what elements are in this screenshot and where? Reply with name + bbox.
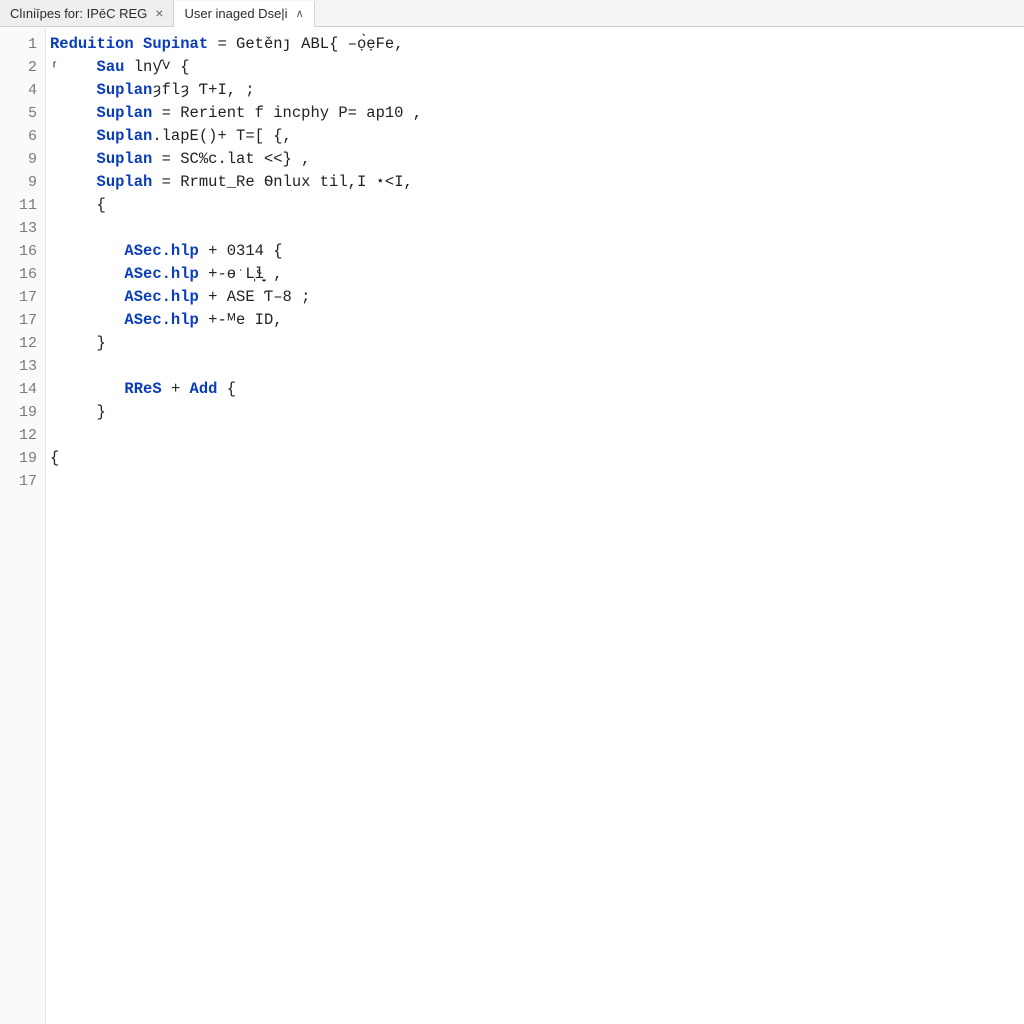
text-token xyxy=(50,219,59,237)
keyword-token: Suplan xyxy=(97,150,153,168)
code-line: Suplan = SC%c.lat <˂} , xyxy=(50,148,1024,171)
text-token: = Rerient f incphy P= ap10 , xyxy=(152,104,422,122)
text-token xyxy=(50,242,124,260)
text-token: ȝflȝ Ƭ+I, ; xyxy=(152,81,254,99)
text-token xyxy=(50,311,124,329)
tab-inactive[interactable]: Clıniīpes for: IPēC REG × xyxy=(0,0,174,26)
line-number: 4 xyxy=(0,79,45,102)
line-number: 13 xyxy=(0,355,45,378)
text-token xyxy=(50,127,97,145)
code-line xyxy=(50,470,1024,493)
text-token xyxy=(50,426,59,444)
line-number: 12 xyxy=(0,424,45,447)
text-token xyxy=(50,265,124,283)
function-token: Add xyxy=(190,380,218,398)
text-token xyxy=(50,173,97,191)
text-token: = SC%c.lat <˂} , xyxy=(152,150,310,168)
line-number: 17 xyxy=(0,470,45,493)
line-number: 2 xyxy=(0,56,45,79)
line-number: 14 xyxy=(0,378,45,401)
code-line: ASec.hlp + 0314 { xyxy=(50,240,1024,263)
line-number: 5 xyxy=(0,102,45,125)
text-token: + ASE Ƭ–8 ; xyxy=(199,288,311,306)
line-number: 6 xyxy=(0,125,45,148)
keyword-token: Suplan xyxy=(97,127,153,145)
text-token xyxy=(50,150,97,168)
code-line: ʳ Sau lnƴ˅ { xyxy=(50,56,1024,79)
keyword-token: Reduition Supinat xyxy=(50,35,208,53)
text-token: +-ɵˑL̩ɬ̩̬ , xyxy=(199,265,283,283)
code-line: Suplah = Rrmut_Re Ѳnlux til,I ⋆<I, xyxy=(50,171,1024,194)
code-line: ASec.hlp +-ᴹe ID, xyxy=(50,309,1024,332)
identifier-token: ASec.hlp xyxy=(124,311,198,329)
keyword-token: Suplan xyxy=(97,104,153,122)
text-token: .lapE()+ T=[ {, xyxy=(152,127,292,145)
line-number: 9 xyxy=(0,171,45,194)
identifier-token: ASec.hlp xyxy=(124,288,198,306)
line-number: 19 xyxy=(0,401,45,424)
chevron-up-icon[interactable]: ∧ xyxy=(296,7,304,20)
code-line xyxy=(50,355,1024,378)
line-number: 13 xyxy=(0,217,45,240)
code-line: ASec.hlp + ASE Ƭ–8 ; xyxy=(50,286,1024,309)
identifier-token: ASec.hlp xyxy=(124,242,198,260)
text-token: lnƴ˅ { xyxy=(124,58,189,76)
code-line xyxy=(50,217,1024,240)
tab-bar: Clıniīpes for: IPēC REG × User inaged Ds… xyxy=(0,0,1024,27)
keyword-token: Suplah xyxy=(97,173,153,191)
text-token: + 0314 { xyxy=(199,242,283,260)
editor: 124569911131616171712131419121917 Reduit… xyxy=(0,27,1024,1024)
line-number: 1 xyxy=(0,33,45,56)
line-number-gutter: 124569911131616171712131419121917 xyxy=(0,27,46,1024)
line-number: 17 xyxy=(0,309,45,332)
line-number: 11 xyxy=(0,194,45,217)
text-token: + xyxy=(162,380,190,398)
code-line: Reduition Supinat = Ԍetěnȷ ABL{ –ọ̀ẹFe, xyxy=(50,33,1024,56)
tab-label: User inaged Dse|i xyxy=(184,6,287,21)
text-token: } xyxy=(50,334,106,352)
function-token: RReS xyxy=(124,380,161,398)
text-token: ʳ xyxy=(50,58,97,76)
text-token: { xyxy=(50,449,59,467)
line-number: 9 xyxy=(0,148,45,171)
identifier-token: ASec.hlp xyxy=(124,265,198,283)
close-icon[interactable]: × xyxy=(155,6,163,20)
code-line: Suplan.lapE()+ T=[ {, xyxy=(50,125,1024,148)
text-token: = Rrmut_Re Ѳnlux til,I ⋆<I, xyxy=(152,173,412,191)
code-line xyxy=(50,424,1024,447)
keyword-token: Sau xyxy=(97,58,125,76)
text-token: { xyxy=(217,380,236,398)
code-line: } xyxy=(50,401,1024,424)
tab-active[interactable]: User inaged Dse|i ∧ xyxy=(174,1,314,27)
text-token: = Ԍetěnȷ ABL{ –ọ̀ẹFe, xyxy=(208,35,403,53)
line-number: 19 xyxy=(0,447,45,470)
line-number: 16 xyxy=(0,263,45,286)
text-token xyxy=(50,288,124,306)
text-token xyxy=(50,380,124,398)
text-token: } xyxy=(50,403,106,421)
tab-label: Clıniīpes for: IPēC REG xyxy=(10,6,147,21)
code-area[interactable]: Reduition Supinat = Ԍetěnȷ ABL{ –ọ̀ẹFe,ʳ… xyxy=(46,27,1024,1024)
code-line: { xyxy=(50,194,1024,217)
text-token: { xyxy=(50,196,106,214)
text-token xyxy=(50,104,97,122)
code-line: Suplan = Rerient f incphy P= ap10 , xyxy=(50,102,1024,125)
text-token: +-ᴹe ID, xyxy=(199,311,283,329)
code-line: RReS + Add { xyxy=(50,378,1024,401)
text-token xyxy=(50,81,97,99)
line-number: 16 xyxy=(0,240,45,263)
line-number: 17 xyxy=(0,286,45,309)
line-number: 12 xyxy=(0,332,45,355)
text-token xyxy=(50,472,59,490)
code-line: { xyxy=(50,447,1024,470)
text-token xyxy=(50,357,59,375)
code-line: } xyxy=(50,332,1024,355)
keyword-token: Suplan xyxy=(97,81,153,99)
code-line: Suplanȝflȝ Ƭ+I, ; xyxy=(50,79,1024,102)
code-line: ASec.hlp +-ɵˑL̩ɬ̩̬ , xyxy=(50,263,1024,286)
